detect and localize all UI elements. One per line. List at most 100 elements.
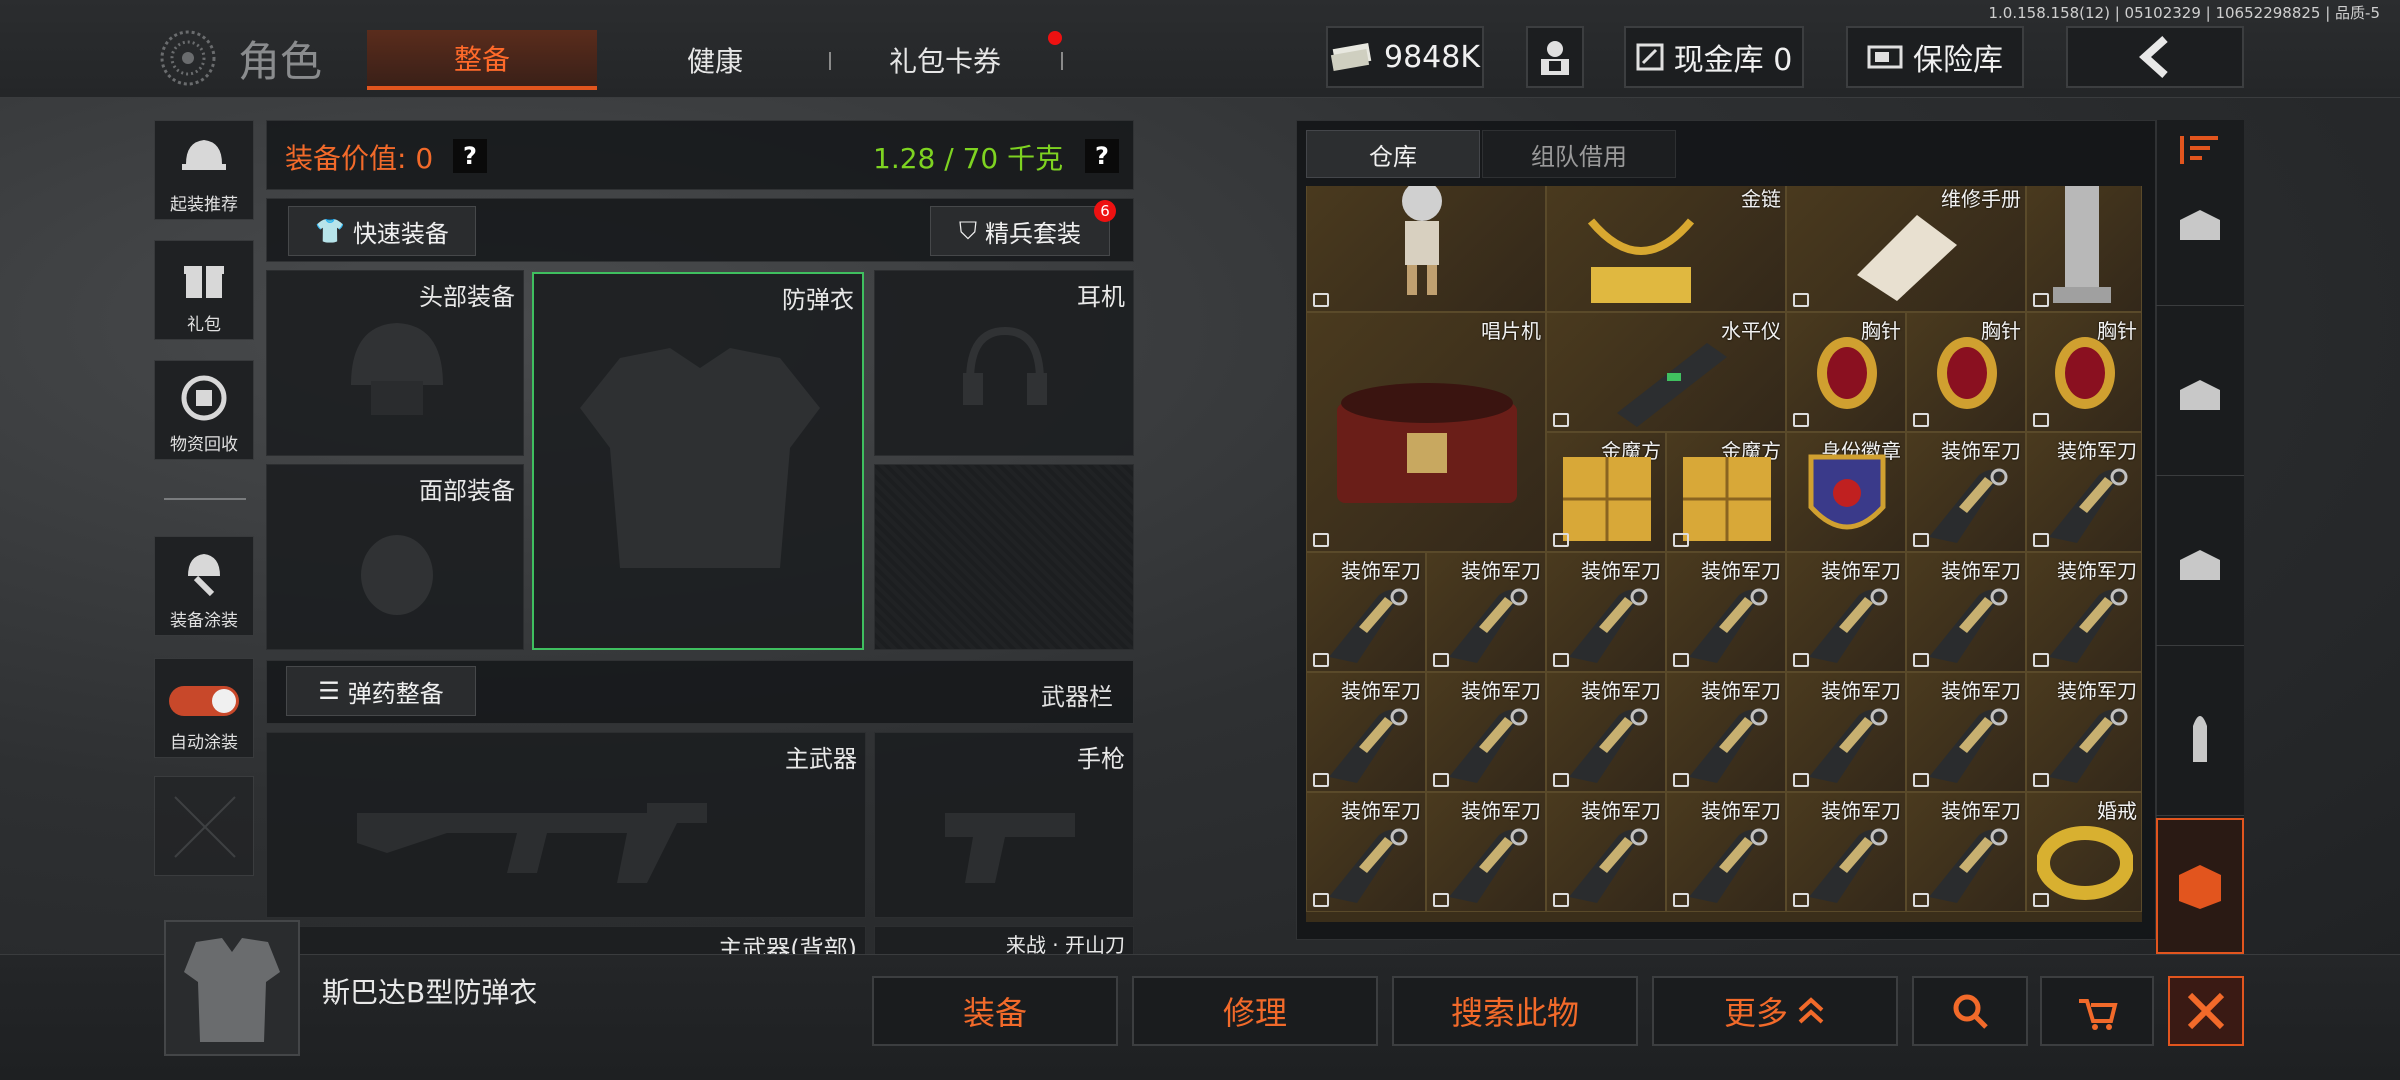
inventory-item-figurine[interactable] [1306, 186, 1546, 312]
inventory-item-brooch[interactable]: 胸针 [1786, 312, 1906, 432]
elite-set-button[interactable]: ⛉ 精兵套装 [930, 206, 1110, 256]
selected-item-thumbnail[interactable] [164, 920, 300, 1056]
inventory-item-decorative-knife[interactable]: 装饰军刀 [1546, 672, 1666, 792]
knife-icon [1329, 828, 1408, 903]
knife-icon [1929, 588, 2008, 663]
inventory-item-wedding-ring[interactable]: 婚戒 [2026, 792, 2142, 912]
helmet-paint-icon [188, 554, 220, 597]
inventory-item-decorative-knife[interactable]: 装饰军刀 [1426, 672, 1546, 792]
primary-back-slot[interactable]: 主武器(背部) [266, 926, 866, 956]
loadout-recommend-button[interactable]: 起装推荐 [154, 120, 254, 220]
inventory-item-decorative-knife[interactable]: 装饰军刀 [2026, 432, 2142, 552]
storage-tab-special[interactable] [2156, 818, 2244, 954]
inventory-item-gold-chain[interactable]: 金链 [1546, 186, 1786, 312]
sell-button[interactable] [2040, 976, 2154, 1046]
item-name: 唱片机 [1481, 319, 1541, 343]
exit-icon [2033, 893, 2049, 907]
headset-slot[interactable]: 耳机 [874, 270, 1134, 456]
inventory-item-decorative-knife[interactable]: 装饰军刀 [1906, 672, 2026, 792]
inventory-item-decorative-knife[interactable]: 装饰军刀 [1306, 792, 1426, 912]
repair-button[interactable]: 修理 [1132, 976, 1378, 1046]
cash-vault-label: 现金库 0 [1673, 43, 1793, 78]
search-item-button[interactable]: 搜索此物 [1392, 976, 1638, 1046]
inventory-item-decorative-knife[interactable]: 装饰军刀 [1546, 552, 1666, 672]
inventory-item-decorative-knife[interactable]: 装饰军刀 [1906, 552, 2026, 672]
cash-vault-button[interactable]: 现金库 0 [1624, 26, 1804, 88]
inventory-item-decorative-knife[interactable]: 装饰军刀 [1786, 552, 1906, 672]
tab-equip[interactable]: 整备 [367, 30, 597, 90]
head-slot[interactable]: 头部装备 [266, 270, 524, 456]
inventory-item-decorative-knife[interactable]: 装饰军刀 [1306, 552, 1426, 672]
close-button[interactable] [2168, 976, 2244, 1046]
inventory-item-gold-cube[interactable]: 金魔方 [1666, 432, 1786, 552]
recycle-button[interactable]: 物资回收 [154, 360, 254, 460]
inventory-item-decorative-knife[interactable]: 装饰军刀 [1666, 552, 1786, 672]
action-label: 修理 [1222, 994, 1287, 1032]
orange-crate-icon [2179, 865, 2221, 909]
inventory-item-decorative-knife[interactable]: 装饰军刀 [1906, 432, 2026, 552]
equip-button[interactable]: 装备 [872, 976, 1118, 1046]
inventory-item-id-badge[interactable]: 身份徽章 [1786, 432, 1906, 552]
exit-icon [1673, 533, 1689, 547]
slot-label: 头部装备 [419, 283, 515, 311]
armor-slot[interactable]: 防弹衣 [532, 272, 864, 650]
inventory-item-decorative-knife[interactable]: 装饰军刀 [1786, 792, 1906, 912]
manual-icon [1857, 215, 1957, 301]
gift-button[interactable]: 礼包 [154, 240, 254, 340]
profile-button[interactable] [1526, 26, 1584, 88]
inventory-item-brooch[interactable]: 胸针 [1906, 312, 2026, 432]
inventory-item-decorative-knife[interactable]: 装饰军刀 [1666, 672, 1786, 792]
search-button[interactable] [1912, 976, 2028, 1046]
tab-gift-coupons[interactable]: 礼包卡券 [840, 30, 1050, 90]
primary-weapon-slot[interactable]: 主武器 [266, 732, 866, 918]
storage-tab-3[interactable] [2156, 486, 2244, 646]
tab-warehouse[interactable]: 仓库 [1306, 130, 1480, 178]
storage-tab-1[interactable] [2156, 146, 2244, 306]
inventory-item-decorative-knife[interactable]: 装饰军刀 [1306, 672, 1426, 792]
inventory-item-level[interactable]: 水平仪 [1546, 312, 1786, 432]
toggle-switch[interactable] [169, 686, 239, 716]
back-button[interactable] [2066, 26, 2244, 88]
headset-silhouette-icon [963, 326, 1047, 405]
tab-health[interactable]: 健康 [610, 30, 820, 90]
close-icon [2187, 992, 2225, 1030]
phonograph-icon [1337, 383, 1517, 503]
pistol-slot[interactable]: 手枪 [874, 732, 1134, 918]
value-help-icon[interactable]: ? [453, 139, 487, 173]
inventory-item-tower[interactable] [2026, 186, 2142, 312]
auto-skin-toggle[interactable]: 自动涂装 [154, 658, 254, 758]
quick-equip-button[interactable]: 👕 快速装备 [288, 206, 476, 256]
knife-icon [1929, 708, 2008, 783]
inventory-item-decorative-knife[interactable]: 装饰军刀 [1426, 552, 1546, 672]
tab-team-borrow[interactable]: 组队借用 [1482, 130, 1676, 178]
inventory-item-decorative-knife[interactable]: 装饰军刀 [2026, 672, 2142, 792]
storage-grid: 金链 维修手册 唱片机 水平仪 胸针 胸针 胸针 金魔方 金魔方 身份徽章 装饰… [1306, 186, 2142, 922]
inventory-item-repair-manual[interactable]: 维修手册 [1786, 186, 2026, 312]
exit-icon [1913, 653, 1929, 667]
inventory-item-decorative-knife[interactable]: 装饰军刀 [1786, 672, 1906, 792]
tab-divider [829, 52, 831, 70]
inventory-item-decorative-knife[interactable]: 装饰军刀 [1546, 792, 1666, 912]
inventory-item-decorative-knife[interactable]: 装饰军刀 [1906, 792, 2026, 912]
inventory-item-brooch[interactable]: 胸针 [2026, 312, 2142, 432]
melee-slot[interactable]: 来战 · 开山刀 [874, 926, 1134, 956]
more-button[interactable]: 更多 [1652, 976, 1898, 1046]
quick-equip-label: 快速装备 [352, 219, 449, 248]
inventory-item-phonograph[interactable]: 唱片机 [1306, 312, 1546, 552]
insurance-vault-button[interactable]: 保险库 [1846, 26, 2024, 88]
weight-help-icon[interactable]: ? [1085, 139, 1119, 173]
ring-icon [2037, 826, 2133, 900]
equipment-value: 装备价值: 0 [285, 142, 434, 175]
inventory-item-decorative-knife[interactable]: 装饰军刀 [2026, 552, 2142, 672]
inventory-item-decorative-knife[interactable]: 装饰军刀 [1666, 792, 1786, 912]
skin-button[interactable]: 装备涂装 [154, 536, 254, 636]
inventory-item-gold-cube[interactable]: 金魔方 [1546, 432, 1666, 552]
back-arrow-icon [2139, 36, 2168, 78]
face-slot[interactable]: 面部装备 [266, 464, 524, 650]
storage-tab-2[interactable] [2156, 316, 2244, 476]
knife-icon [2049, 708, 2128, 783]
ammo-equip-button[interactable]: ☰ 弹药整备 [286, 666, 476, 716]
inventory-item-decorative-knife[interactable]: 装饰军刀 [1426, 792, 1546, 912]
currency-display[interactable]: 9848K [1326, 26, 1484, 88]
storage-tab-ammo[interactable] [2156, 656, 2244, 816]
